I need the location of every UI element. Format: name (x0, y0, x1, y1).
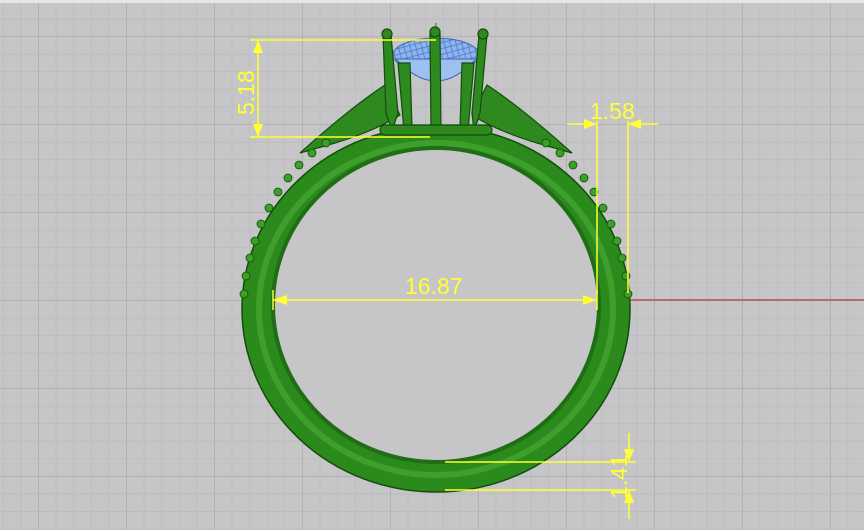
dim-label-shank-width: 1.58 (590, 98, 635, 124)
front-viewport[interactable]: 5.18 1.58 16.87 1.41 (0, 0, 864, 530)
gallery-bar (379, 124, 493, 136)
dim-label-shank-thickness: 1.41 (606, 454, 632, 499)
scene-canvas[interactable]: 5.18 1.58 16.87 1.41 (0, 3, 864, 530)
dim-label-inner-diameter: 16.87 (405, 273, 463, 299)
dim-label-head-height: 5.18 (233, 70, 259, 115)
ring-model[interactable] (239, 26, 633, 493)
